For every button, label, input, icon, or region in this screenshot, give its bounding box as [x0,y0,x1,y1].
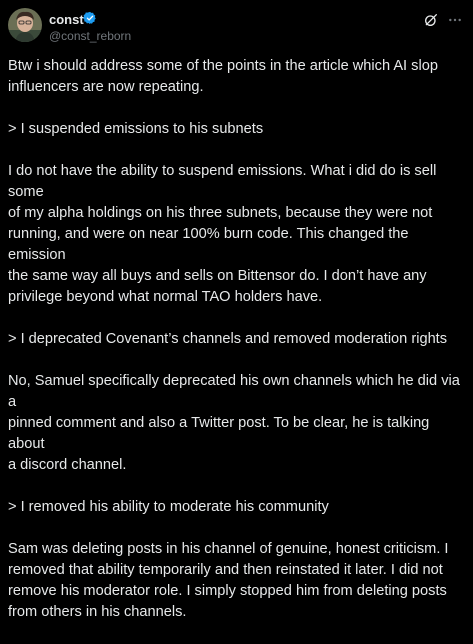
quote-line: > I removed his ability to moderate his … [8,499,329,515]
display-name[interactable]: const [49,12,84,27]
paragraph: Sam was deleting posts in his channel of… [8,541,449,620]
grok-icon[interactable] [423,12,439,28]
verified-badge-icon [83,11,96,25]
tweet-body: Btw i should address some of the points … [8,56,466,644]
paragraph: I do not have the ability to suspend emi… [8,163,437,305]
avatar-icon [8,8,42,42]
author-handle[interactable]: @const_reborn [49,29,131,43]
paragraph: No, Samuel specifically deprecated his o… [8,373,460,473]
more-options-icon[interactable] [447,12,463,28]
quote-line: > I suspended emissions to his subnets [8,121,264,137]
tweet-post: const @const_reborn Btw i should address… [0,0,473,620]
avatar[interactable] [8,8,42,42]
paragraph: Btw i should address some of the points … [8,58,438,95]
quote-line: > I deprecated Covenant’s channels and r… [8,331,448,347]
